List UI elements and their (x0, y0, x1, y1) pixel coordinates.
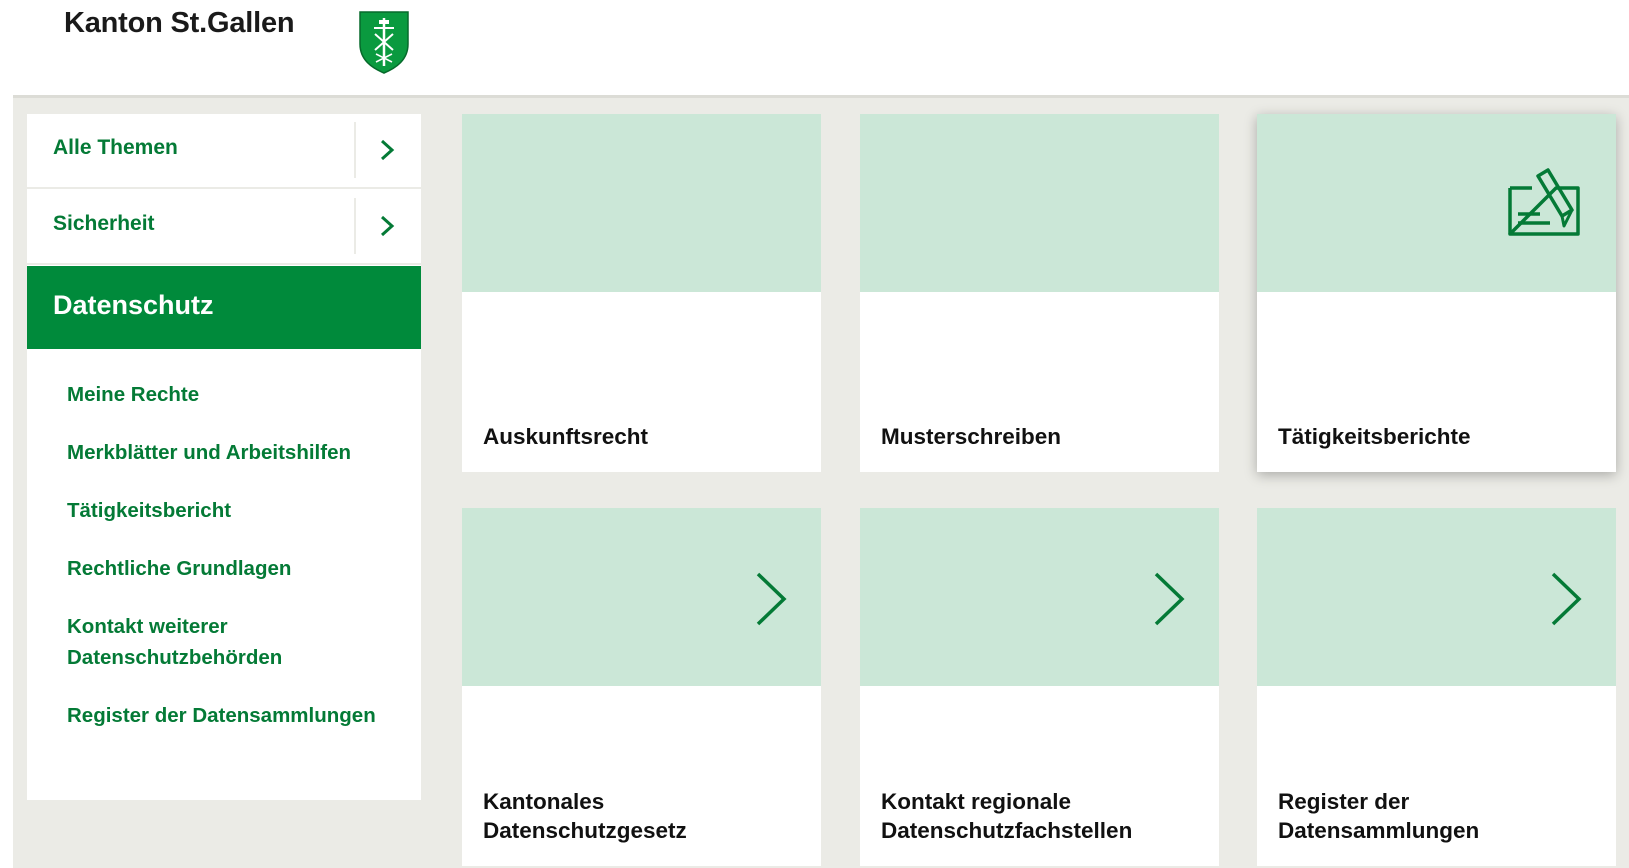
chevron-right-icon[interactable] (377, 136, 397, 164)
tile-title: Kontakt regionale Datenschutzfachstellen (881, 789, 1133, 843)
st-gallen-crest-icon[interactable] (358, 10, 410, 74)
main-area: Alle Themen Sicherheit Datenschutz Meine… (13, 95, 1629, 868)
tile-header-area (860, 114, 1219, 292)
sidebar-subitem-meine-rechte[interactable]: Meine Rechte (67, 379, 407, 410)
tile-header-area (462, 508, 821, 686)
tile-kantonales-datenschutzgesetz[interactable]: Kantonales Datenschutzgesetz (462, 508, 821, 866)
tile-header-area (860, 508, 1219, 686)
chevron-right-icon[interactable] (377, 212, 397, 240)
sidebar-sublist: Meine Rechte Merkblätter und Arbeitshilf… (67, 379, 407, 758)
sidebar-subitem-merkblaetter[interactable]: Merkblätter und Arbeitshilfen (67, 437, 407, 468)
tile-header-area (1257, 114, 1616, 292)
sidebar-divider (354, 198, 356, 254)
sidebar-subitem-rechtliche-grundlagen[interactable]: Rechtliche Grundlagen (67, 553, 407, 584)
sidebar-item-label: Sicherheit (53, 212, 155, 235)
tile-header-area (462, 114, 821, 292)
tile-auskunftsrecht[interactable]: Auskunftsrecht (462, 114, 821, 472)
sidebar-subitem-kontakt-weiterer[interactable]: Kontakt weiterer Datenschutzbehörden (67, 611, 407, 673)
tile-title: Musterschreiben (881, 424, 1062, 449)
tile-title: Register der Datensammlungen (1278, 789, 1480, 843)
tile-taetigkeitsberichte[interactable]: Tätigkeitsberichte (1257, 114, 1616, 472)
sidebar-subitem-taetigkeitsbericht[interactable]: Tätigkeitsbericht (67, 495, 407, 526)
tile-title: Tätigkeitsberichte (1278, 424, 1471, 449)
tile-title: Kantonales Datenschutzgesetz (483, 789, 687, 843)
chevron-right-icon (1551, 572, 1582, 626)
chevron-right-icon (756, 572, 787, 626)
tile-kontakt-regionale[interactable]: Kontakt regionale Datenschutzfachstellen (860, 508, 1219, 866)
sidebar-active-label: Datenschutz (53, 290, 214, 320)
tile-musterschreiben[interactable]: Musterschreiben (860, 114, 1219, 472)
sidebar-navigation: Alle Themen Sicherheit Datenschutz Meine… (27, 114, 421, 800)
chevron-right-icon (1154, 572, 1185, 626)
sidebar-item-datenschutz-active[interactable]: Datenschutz (27, 266, 421, 349)
sidebar-item-sicherheit[interactable]: Sicherheit (27, 190, 421, 265)
tile-title: Auskunftsrecht (483, 424, 649, 449)
tile-register-datensammlungen[interactable]: Register der Datensammlungen (1257, 508, 1616, 866)
sidebar-divider (354, 122, 356, 178)
sidebar-item-label: Alle Themen (53, 136, 178, 159)
brand-name[interactable]: Kanton St.Gallen (64, 7, 295, 40)
document-edit-icon (1508, 168, 1580, 236)
sidebar-subitem-register[interactable]: Register der Datensammlungen (67, 700, 407, 731)
sidebar-item-alle-themen[interactable]: Alle Themen (27, 114, 421, 189)
site-header: Kanton St.Gallen (0, 0, 1629, 95)
tile-header-area (1257, 508, 1616, 686)
